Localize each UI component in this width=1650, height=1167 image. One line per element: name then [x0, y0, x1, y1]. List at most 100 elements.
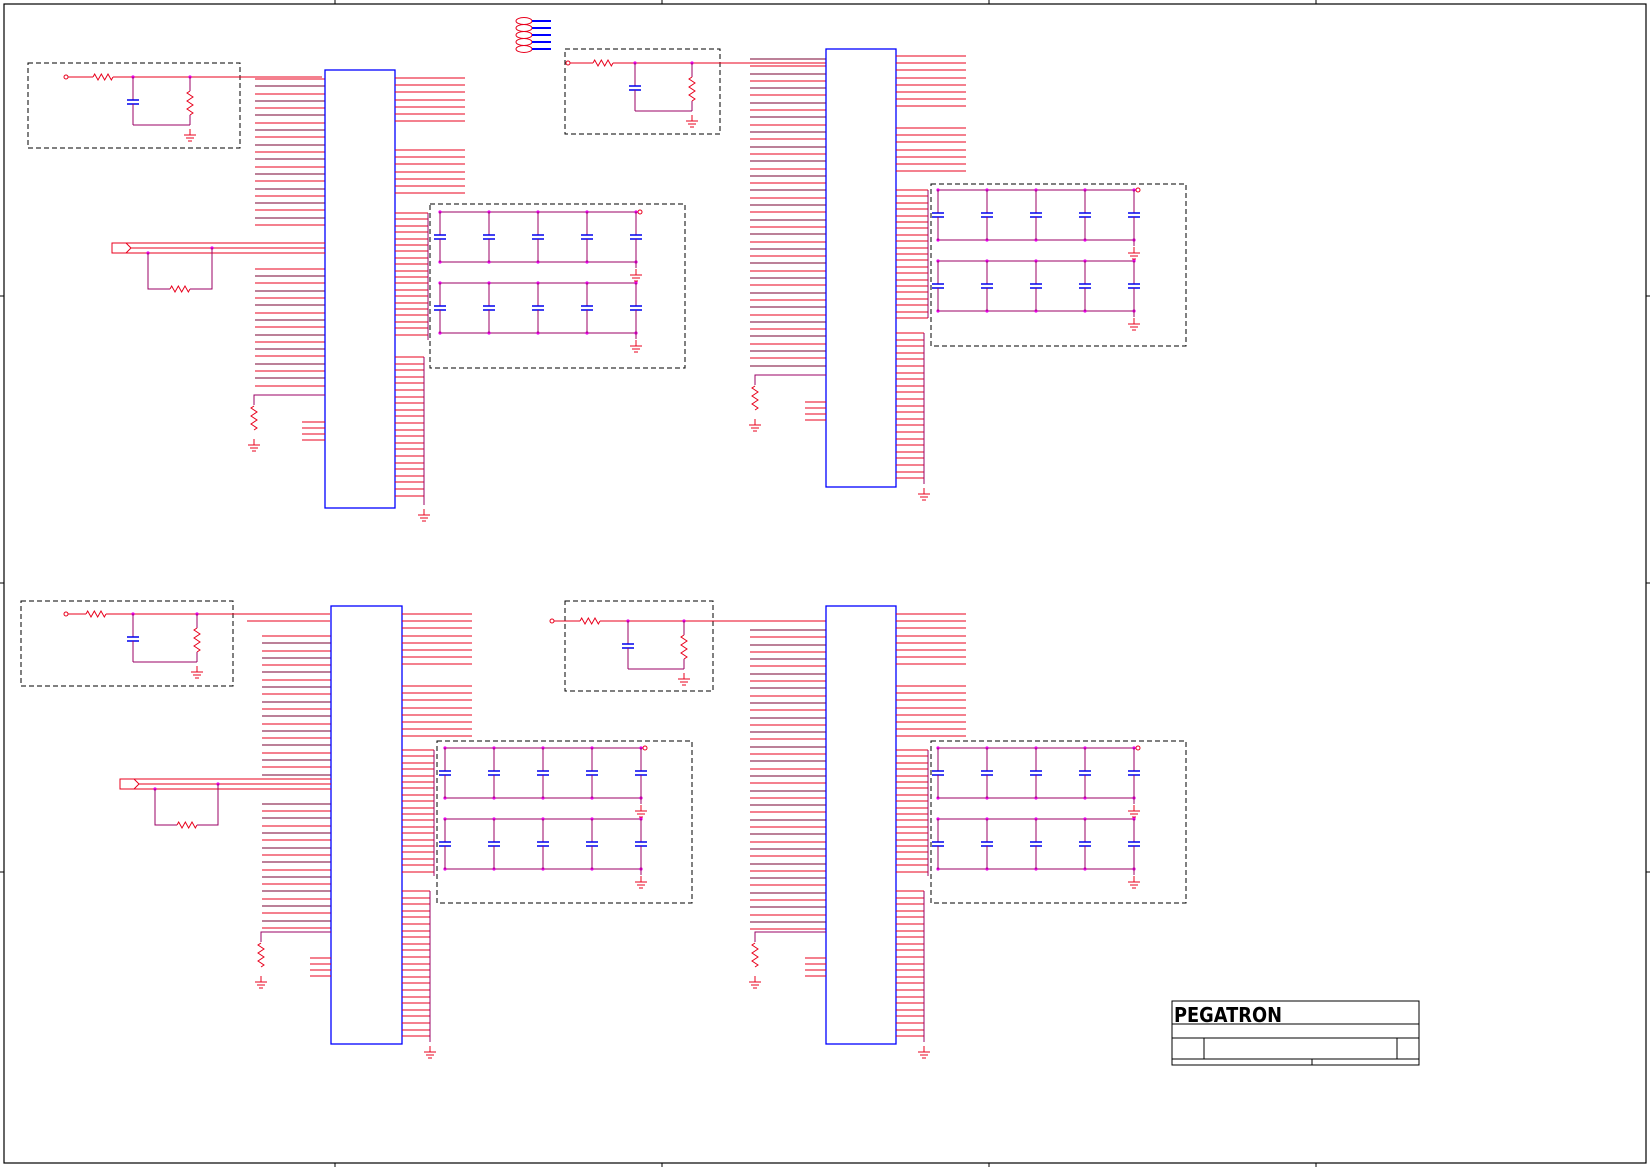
capacitor — [434, 305, 446, 311]
net-port — [549, 618, 555, 624]
capacitor — [932, 770, 944, 776]
resistor-body — [257, 942, 265, 968]
capacitor — [581, 305, 593, 311]
ic-chip — [330, 605, 403, 1045]
resistor — [257, 942, 265, 968]
capacitor — [127, 636, 139, 642]
resistor-body — [169, 284, 191, 294]
capacitor — [532, 234, 544, 240]
dashed-group-box — [930, 740, 1187, 904]
resistor-body — [92, 72, 114, 82]
ground-symbol — [191, 666, 203, 679]
capacitor — [932, 283, 944, 289]
wire — [190, 248, 213, 290]
ground-symbol — [630, 269, 642, 282]
wire — [754, 931, 826, 942]
resistor — [579, 616, 601, 626]
wire — [147, 253, 170, 290]
quadrant-bottom-right — [549, 600, 1187, 1059]
capacitor — [439, 770, 451, 776]
capacitor — [635, 841, 647, 847]
capacitor — [488, 770, 500, 776]
ground-symbol — [184, 129, 196, 142]
capacitor — [1079, 841, 1091, 847]
resistor — [176, 820, 198, 830]
ic-chip — [825, 48, 897, 488]
capacitor — [981, 770, 993, 776]
dashed-group-box — [930, 183, 1187, 347]
capacitor — [629, 85, 641, 91]
net-port — [63, 611, 69, 617]
capacitor — [434, 234, 446, 240]
capacitor — [127, 99, 139, 105]
capacitor — [981, 283, 993, 289]
resistor-body — [250, 405, 258, 431]
schematic-sheet: PEGATRON — [0, 0, 1650, 1167]
capacitor — [1128, 770, 1140, 776]
ground-symbol — [1128, 805, 1140, 818]
connector-port — [119, 778, 140, 790]
resistor — [751, 385, 759, 411]
net-port — [637, 209, 643, 215]
capacitor — [1128, 283, 1140, 289]
resistor — [592, 58, 614, 68]
resistor — [92, 72, 114, 82]
resistor — [688, 76, 696, 102]
wire — [260, 931, 331, 942]
ground-symbol — [749, 976, 761, 989]
ground-symbol — [686, 115, 698, 128]
capacitor — [532, 305, 544, 311]
capacitor — [483, 305, 495, 311]
net-port — [1135, 745, 1141, 751]
dashed-group-box — [429, 203, 686, 369]
resistor — [169, 284, 191, 294]
capacitor — [1030, 283, 1042, 289]
wire — [754, 374, 826, 385]
quadrant-top-left — [27, 62, 686, 522]
ic-chip — [324, 69, 396, 509]
wire — [154, 789, 177, 826]
resistor-body — [592, 58, 614, 68]
resistor-body — [186, 90, 194, 116]
ground-symbol — [1128, 318, 1140, 331]
resistor — [751, 942, 759, 968]
capacitor — [622, 643, 634, 649]
capacitor — [483, 234, 495, 240]
net-port — [565, 60, 571, 66]
capacitor — [635, 770, 647, 776]
resistor-body — [193, 627, 201, 653]
ground-symbol — [424, 1046, 436, 1059]
ground-symbol — [635, 805, 647, 818]
capacitor — [1030, 212, 1042, 218]
wire — [253, 394, 325, 405]
resistor-body — [680, 634, 688, 660]
resistor-body — [688, 76, 696, 102]
capacitor — [981, 212, 993, 218]
ground-symbol — [418, 509, 430, 522]
resistor — [680, 634, 688, 660]
capacitor — [586, 841, 598, 847]
capacitor — [1079, 283, 1091, 289]
ground-symbol — [749, 419, 761, 432]
resistor-body — [85, 609, 107, 619]
resistor-body — [176, 820, 198, 830]
ground-symbol — [255, 976, 267, 989]
sheet-frame — [0, 0, 1650, 1167]
quadrant-bottom-left — [20, 600, 693, 1059]
capacitor — [537, 841, 549, 847]
ground-symbol — [630, 340, 642, 353]
resistor — [193, 627, 201, 653]
resistor-body — [751, 385, 759, 411]
ground-symbol — [918, 1046, 930, 1059]
resistor — [85, 609, 107, 619]
dashed-group-box — [436, 740, 693, 904]
dashed-group-box — [27, 62, 241, 149]
capacitor — [1030, 841, 1042, 847]
company-logo: PEGATRON — [1174, 1003, 1282, 1027]
wire — [197, 784, 219, 826]
capacitor — [630, 234, 642, 240]
net-label-stack — [515, 17, 551, 53]
ground-symbol — [635, 876, 647, 889]
net-port — [642, 745, 648, 751]
capacitor — [488, 841, 500, 847]
